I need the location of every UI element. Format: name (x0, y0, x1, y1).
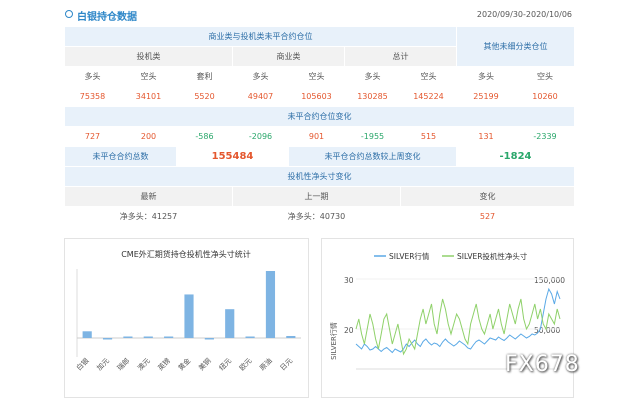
group-header-noncommercial: 商业类与投机类未平合约仓位 (64, 26, 457, 47)
col-short: 空头 (288, 66, 345, 87)
spec-change-value: 527 (400, 206, 575, 227)
spec-prev-value: 净多头：40730 (232, 206, 401, 227)
subheader-speculative: 投机类 (64, 46, 233, 67)
bar[interactable] (265, 271, 276, 338)
bar[interactable] (143, 336, 153, 339)
x-tick-label: 原油 (258, 356, 274, 372)
value-cell: 34101 (120, 86, 177, 107)
page-title: 白银持仓数据 (77, 12, 137, 23)
bar[interactable] (102, 338, 113, 340)
open-interest-value: 155484 (176, 146, 289, 167)
value-cell: 5520 (176, 86, 233, 107)
change-cell: -2339 (515, 126, 575, 147)
col-short: 空头 (515, 66, 575, 87)
bar[interactable] (164, 336, 174, 339)
circle-icon (65, 10, 73, 18)
col-short: 空头 (400, 66, 457, 87)
open-interest-label: 未平仓合约总数 (64, 146, 177, 167)
value-cell: 145224 (400, 86, 457, 107)
col-spread: 套利 (176, 66, 233, 87)
x-tick-label: 欧元 (237, 356, 253, 372)
bar[interactable] (245, 336, 255, 339)
subheader-total: 总计 (344, 46, 457, 67)
y-axis-label: SILVER行情 (329, 322, 338, 360)
value-cell: 105603 (288, 86, 345, 107)
subheader-commercial: 商业类 (232, 46, 345, 67)
series-line-net (355, 298, 561, 356)
value-cell: 75358 (64, 86, 121, 107)
col-short: 空头 (120, 66, 177, 87)
x-tick-label: 黄金 (176, 356, 192, 372)
bar-chart-title: CME外汇期货持仓投机性净头寸统计 (121, 249, 251, 259)
bar[interactable] (225, 309, 235, 338)
bar[interactable] (184, 294, 194, 338)
x-tick-label: 澳元 (135, 356, 151, 372)
open-interest-change-label: 未平仓合约总数较上周变化 (288, 146, 457, 167)
change-cell: 515 (400, 126, 457, 147)
watermark-logo: FX678 (505, 352, 580, 377)
group-header-other: 其他未细分类仓位 (456, 26, 575, 67)
change-cell: -586 (176, 126, 233, 147)
y-tick: 30 (344, 276, 354, 285)
x-tick-label: 美铜 (197, 356, 213, 372)
x-tick-label: 日元 (279, 357, 295, 373)
y-tick: 20 (344, 326, 354, 335)
col-long: 多头 (232, 66, 289, 87)
legend-item-price[interactable]: SILVER行情 (389, 251, 430, 261)
spec-prev-header: 上一期 (232, 186, 401, 207)
series-line-price (355, 287, 561, 354)
page-header: 白银持仓数据 2020/09/30-2020/10/06 (62, 6, 574, 24)
change-cell: 901 (288, 126, 345, 147)
value-cell: 10260 (515, 86, 575, 107)
bar[interactable] (123, 336, 133, 339)
col-long: 多头 (456, 66, 516, 87)
open-interest-change-value: -1824 (456, 146, 575, 167)
x-tick-label: 瑞郎 (115, 356, 131, 372)
x-tick-label: 纽元 (217, 356, 233, 372)
bar[interactable] (204, 338, 214, 340)
value-cell: 130285 (344, 86, 401, 107)
y2-tick: 50,000 (534, 326, 560, 335)
bar[interactable] (286, 335, 296, 338)
change-cell: -2096 (232, 126, 289, 147)
bar-chart-panel: CME外汇期货持仓投机性净头寸统计 白银 加元 瑞郎 澳元 英镑 黄金 美铜 纽元 欧元 原油 日元 (64, 238, 309, 398)
positions-table: 商业类与投机类未平合约仓位 其他未细分类仓位 投机类 商业类 总计 多头 空头 … (64, 26, 575, 227)
spec-latest-header: 最新 (64, 186, 233, 207)
change-cell: 200 (120, 126, 177, 147)
x-tick-label: 白银 (74, 356, 90, 372)
col-long: 多头 (64, 66, 121, 87)
col-long: 多头 (344, 66, 401, 87)
change-cell: 131 (456, 126, 516, 147)
change-cell: -1955 (344, 126, 401, 147)
x-tick-label: 英镑 (156, 356, 172, 372)
value-cell: 49407 (232, 86, 289, 107)
x-tick-label: 加元 (95, 356, 111, 372)
spec-change-header: 变化 (400, 186, 575, 207)
change-cell: 727 (64, 126, 121, 147)
date-range: 2020/09/30-2020/10/06 (476, 10, 572, 19)
spec-latest-value: 净多头：41257 (64, 206, 233, 227)
change-section-title: 未平合约仓位变化 (64, 106, 575, 127)
spec-section-title: 投机性净头寸变化 (64, 166, 575, 187)
y2-tick: 150,000 (534, 276, 565, 285)
bar-chart: CME外汇期货持仓投机性净头寸统计 白银 加元 瑞郎 澳元 英镑 黄金 美铜 纽元 欧元 原油 日元 (74, 249, 301, 373)
legend-item-net[interactable]: SILVER投机性净头寸 (457, 251, 528, 261)
value-cell: 25199 (456, 86, 516, 107)
bar[interactable] (82, 331, 92, 338)
